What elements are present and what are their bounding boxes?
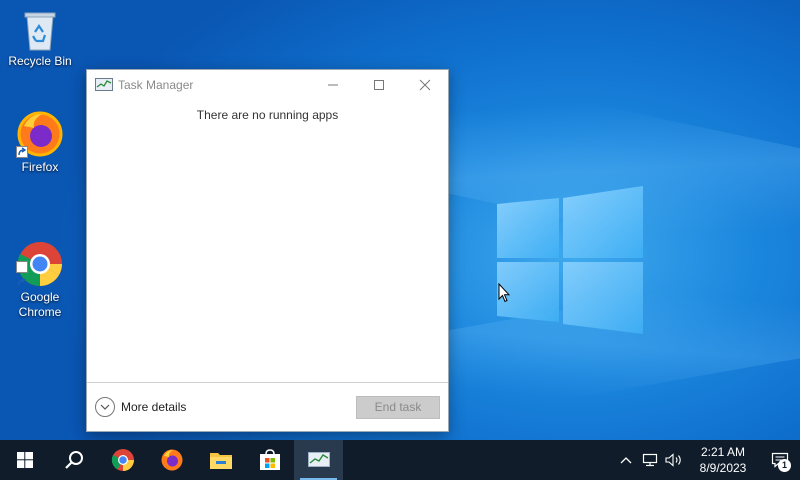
network-icon [642, 453, 658, 467]
network-button[interactable] [638, 440, 662, 480]
title-bar[interactable]: Task Manager [87, 70, 448, 100]
task-manager-window: Task Manager There are no running apps M… [86, 69, 449, 432]
action-center-button[interactable]: 1 [760, 440, 800, 480]
empty-state-message: There are no running apps [196, 108, 339, 122]
close-button[interactable] [402, 70, 448, 100]
desktop-icon-label: Firefox [21, 160, 59, 174]
more-details-button[interactable]: More details [95, 397, 186, 417]
recycle-bin-icon [18, 8, 62, 52]
taskbar-chrome[interactable] [98, 440, 147, 480]
desktop-icon-recycle-bin[interactable]: Recycle Bin [2, 8, 78, 69]
speaker-icon [665, 453, 681, 467]
search-icon [64, 451, 83, 469]
volume-button[interactable] [662, 440, 686, 480]
shortcut-arrow-icon [16, 146, 28, 158]
shortcut-arrow-icon [16, 261, 28, 286]
start-button[interactable] [0, 440, 49, 480]
close-icon [419, 79, 431, 91]
task-manager-icon [95, 77, 113, 93]
notification-count-badge: 1 [778, 459, 791, 472]
maximize-button[interactable] [356, 70, 402, 100]
minimize-icon [328, 84, 338, 86]
clock-time: 2:21 AM [700, 445, 746, 459]
chevron-up-icon [620, 457, 632, 464]
taskbar-microsoft-store[interactable] [245, 440, 294, 480]
window-footer: More details End task [87, 382, 448, 431]
desktop-icon-firefox[interactable]: Firefox [2, 110, 78, 175]
firefox-icon [161, 449, 182, 471]
system-tray: 2:21 AM 8/9/2023 1 [614, 440, 800, 480]
more-details-label: More details [121, 400, 187, 414]
maximize-icon [374, 80, 384, 90]
minimize-button[interactable] [310, 70, 356, 100]
task-manager-icon [307, 452, 330, 467]
desktop-icon-google-chrome[interactable]: Google Chrome [2, 210, 78, 320]
chrome-icon [111, 449, 134, 471]
firefox-icon [16, 110, 64, 158]
end-task-button[interactable]: End task [356, 395, 440, 419]
taskbar-task-manager[interactable] [294, 440, 343, 480]
chrome-icon [16, 225, 64, 286]
start-icon [16, 452, 33, 468]
clock-date: 8/9/2023 [699, 461, 747, 475]
microsoft-store-icon [259, 449, 280, 470]
window-title: Task Manager [118, 78, 194, 92]
windows-wallpaper-logo [497, 186, 643, 334]
search-button[interactable] [49, 440, 98, 480]
desktop-icon-label: Recycle Bin [8, 54, 72, 68]
taskbar-firefox[interactable] [147, 440, 196, 480]
chevron-down-icon [95, 397, 115, 417]
file-explorer-icon [209, 453, 232, 469]
show-hidden-icons-button[interactable] [614, 440, 638, 480]
mouse-cursor-icon [498, 283, 510, 303]
taskbar: 2:21 AM 8/9/2023 1 [0, 440, 800, 480]
clock[interactable]: 2:21 AM 8/9/2023 [692, 444, 754, 476]
taskbar-file-explorer[interactable] [196, 440, 245, 480]
